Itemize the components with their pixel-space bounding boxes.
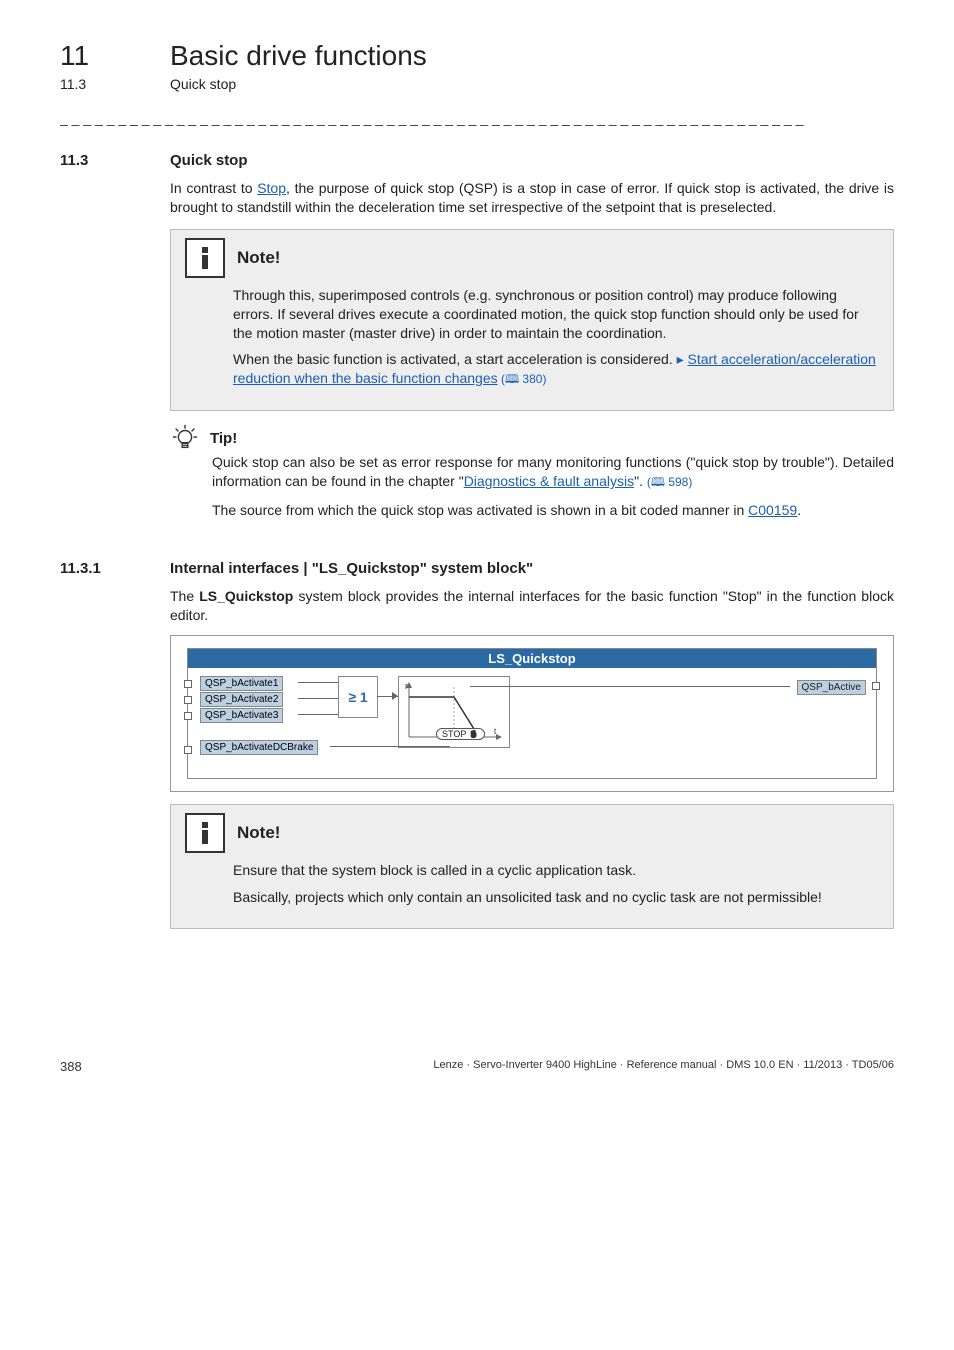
stop-label: STOP: [442, 729, 466, 739]
input-port: QSP_bActivate1: [200, 676, 283, 691]
note-box: Note! Through this, superimposed control…: [170, 229, 894, 411]
tip-text-pre: The source from which the quick stop was…: [212, 502, 748, 518]
note-title: Note!: [237, 248, 280, 268]
page-ref: (🕮 380): [498, 372, 547, 386]
note-text: Through this, superimposed controls (e.g…: [233, 286, 877, 343]
note-text: Basically, projects which only contain a…: [233, 888, 877, 907]
code-link[interactable]: C00159: [748, 502, 797, 518]
page-number: 388: [60, 1059, 82, 1074]
section-title: Internal interfaces | "LS_Quickstop" sys…: [170, 560, 533, 577]
chapter-title: Basic drive functions: [170, 40, 427, 72]
tip-text-post: ".: [634, 473, 643, 489]
stop-link[interactable]: Stop: [257, 180, 286, 196]
note-text: When the basic function is activated, a …: [233, 350, 877, 388]
port-connector: [872, 682, 880, 690]
section-number: 11.3: [60, 152, 170, 169]
note-text: Ensure that the system block is called i…: [233, 861, 877, 880]
port-connector: [184, 696, 192, 704]
input-port: QSP_bActivate3: [200, 708, 283, 723]
stop-badge: STOP: [436, 728, 485, 740]
diagram-frame: LS_Quickstop QSP_bActivate1 QSP_bActivat…: [170, 635, 894, 792]
tip-text: Quick stop can also be set as error resp…: [212, 453, 894, 491]
diagnostics-link[interactable]: Diagnostics & fault analysis: [464, 473, 634, 489]
or-gate: ≥ 1: [338, 676, 378, 718]
input-port: QSP_bActivateDCBrake: [200, 740, 318, 755]
note-title: Note!: [237, 823, 280, 843]
note-box: Note! Ensure that the system block is ca…: [170, 804, 894, 930]
footer-info: Lenze · Servo-Inverter 9400 HighLine · R…: [433, 1059, 894, 1074]
section-paragraph: The LS_Quickstop system block provides t…: [170, 587, 894, 625]
info-icon: [185, 813, 225, 853]
port-connector: [184, 712, 192, 720]
chapter-number: 11: [60, 40, 170, 72]
intro-paragraph: In contrast to Stop, the purpose of quic…: [170, 179, 894, 217]
output-port: QSP_bActive: [797, 680, 866, 695]
port-connector: [184, 680, 192, 688]
port-connector: [184, 746, 192, 754]
page-ref: (🕮 598): [647, 475, 693, 489]
note-text-pre: When the basic function is activated, a …: [233, 351, 677, 367]
block-name: LS_Quickstop: [199, 588, 293, 604]
tip-title: Tip!: [210, 430, 237, 447]
section-title: Quick stop: [170, 152, 248, 169]
subsection-title: Quick stop: [170, 76, 236, 92]
section-number: 11.3.1: [60, 560, 170, 577]
block-title: LS_Quickstop: [188, 649, 876, 668]
tip-icon: [170, 423, 200, 453]
ls-quickstop-block: LS_Quickstop QSP_bActivate1 QSP_bActivat…: [187, 648, 877, 779]
text: The: [170, 588, 199, 604]
hand-icon: [469, 729, 479, 739]
divider: [60, 110, 894, 126]
input-port: QSP_bActivate2: [200, 692, 283, 707]
info-icon: [185, 238, 225, 278]
tip-text-post: .: [797, 502, 801, 518]
intro-text-pre: In contrast to: [170, 180, 257, 196]
tip-text: The source from which the quick stop was…: [212, 501, 894, 520]
subsection-number: 11.3: [60, 76, 170, 92]
